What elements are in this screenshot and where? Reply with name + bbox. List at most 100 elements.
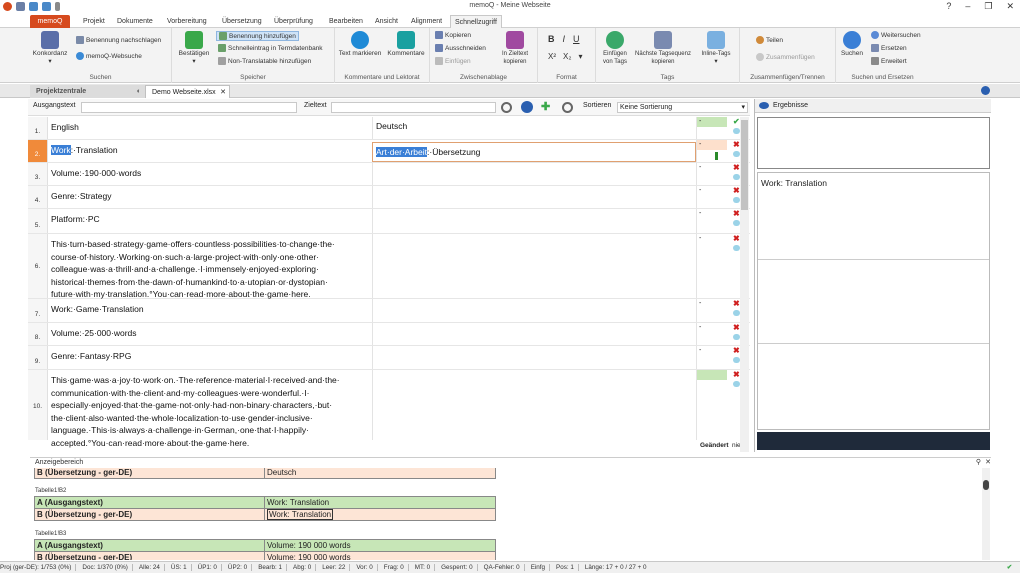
target-cell[interactable]: Deutsch [372,117,696,139]
bestaetigen-button[interactable]: Bestätigen ▾ [176,31,212,66]
source-cell[interactable]: This·turn-based·strategy·game·offers·cou… [51,234,373,301]
ausschneiden-button[interactable]: Ausschneiden [435,44,486,52]
tab-dokumente[interactable]: Dokumente [113,15,157,28]
subscript-icon[interactable]: X₂ [563,52,571,61]
underline-icon[interactable]: U [573,34,580,44]
target-cell[interactable] [372,299,696,322]
comment-bubble-icon[interactable] [733,197,740,203]
minimize-icon[interactable]: – [965,1,970,12]
target-cell[interactable] [372,209,696,233]
comment-bubble-icon[interactable] [733,310,740,316]
pin-icon[interactable]: ◐ [137,85,141,98]
in-zieltext-kopieren-button[interactable]: In Zieltext kopieren [496,31,534,66]
restore-icon[interactable]: ❐ [984,1,992,12]
non-translatable-button[interactable]: Non-Translatable hinzufügen [218,57,311,65]
tab-alignment[interactable]: Alignment [407,15,446,28]
table-row[interactable]: 6. This·turn-based·strategy·game·offers·… [28,234,750,299]
benennung-hinzufuegen-button[interactable]: Benennung hinzufügen [216,31,299,41]
schnelleintrag-button[interactable]: Schnelleintrag in Termdatenbank [218,44,323,52]
filter-settings-gear-icon[interactable] [521,101,533,113]
source-cell[interactable]: Volume:·25·000·words [51,323,373,340]
tab-memoq[interactable]: memoQ [30,15,70,28]
close-tab-icon[interactable]: ✕ [220,86,226,99]
binoculars-icon [41,31,59,49]
source-filter-input[interactable] [81,102,297,113]
zoom-icon[interactable] [562,102,573,113]
einfuegen-tags-button[interactable]: Einfügen von Tags [598,31,632,66]
source-cell[interactable]: Volume:·190·000·words [51,163,373,180]
erweitert-button[interactable]: Erweitert [871,57,907,65]
comment-bubble-icon[interactable] [733,151,740,157]
source-cell[interactable]: English [51,117,373,134]
table-row[interactable]: 5. Platform:·PC - ✖ [28,209,750,234]
source-cell[interactable]: Work:·Game·Translation [51,299,373,316]
suchen-button[interactable]: Suchen [838,31,866,58]
comment-bubble-icon[interactable] [733,174,740,180]
comment-bubble-icon[interactable] [733,357,740,363]
tab-projekt[interactable]: Projekt [79,15,109,28]
table-row-active[interactable]: 2. Work:·Translation Art·der·Arbeit:·Übe… [28,140,750,163]
add-filter-icon[interactable]: ✚ [541,101,550,113]
help-icon[interactable]: ? [946,1,951,12]
filter-search-icon[interactable] [501,102,512,113]
bold-icon[interactable]: B [548,34,555,44]
sort-select[interactable]: Keine Sortierung ▾ [617,102,748,113]
table-row[interactable]: 10. This·game·was·a·joy·to·work·on.·The·… [28,370,750,448]
target-cell[interactable] [372,323,696,345]
tab-uebersetzung[interactable]: Übersetzung [218,15,266,28]
tab-bearbeiten[interactable]: Bearbeiten [325,15,367,28]
target-filter-input[interactable] [331,102,496,113]
naechste-tagsequenz-button[interactable]: Nächste Tagsequenz kopieren [634,31,692,66]
comment-bubble-icon[interactable] [733,334,740,340]
table-row[interactable]: 1. English Deutsch - ✔ [28,117,750,140]
comment-bubble-icon[interactable] [733,245,740,251]
help-globe-icon[interactable] [981,86,990,95]
pin-icon[interactable]: ⚲ [976,458,981,466]
kommentare-button[interactable]: Kommentare [385,31,427,58]
source-cell[interactable]: This·game·was·a·joy·to·work·on.·The·refe… [51,370,373,449]
einfuegen-button[interactable]: Einfügen [435,57,471,65]
benennung-nachschlagen-button[interactable]: Benennung nachschlagen [76,36,161,44]
close-view-icon[interactable]: ✕ [985,458,991,466]
table-row[interactable]: 8. Volume:·25·000·words - ✖ [28,323,750,346]
websuche-button[interactable]: memoQ-Websuche [76,52,142,60]
source-cell[interactable]: Genre:·Fantasy·RPG [51,346,373,363]
tab-schnellzugriff[interactable]: Schnellzugriff [450,15,502,28]
table-row[interactable]: 4. Genre:·Strategy - ✖ [28,186,750,209]
source-cell[interactable]: Platform:·PC [51,209,373,226]
results-list[interactable] [757,117,990,169]
format-more-icon[interactable]: ▾ [578,52,582,61]
tab-ueberpruefung[interactable]: Überprüfung [270,15,317,28]
comment-bubble-icon[interactable] [733,381,740,387]
view-scrollbar[interactable] [982,468,990,560]
ersetzen-button[interactable]: Ersetzen [871,44,907,52]
superscript-icon[interactable]: X² [548,52,556,61]
kopieren-button[interactable]: Kopieren [435,31,471,39]
italic-icon[interactable]: I [563,34,566,44]
close-icon[interactable]: ✕ [1006,1,1014,12]
target-cell[interactable] [372,163,696,185]
tab-vorbereitung[interactable]: Vorbereitung [163,15,211,28]
source-cell[interactable]: Work:·Translation [51,140,373,157]
target-cell[interactable] [372,370,696,440]
tab-projektzentrale[interactable]: Projektzentrale ◐ [30,85,145,98]
zusammenfuegen-button[interactable]: Zusammenfügen [756,53,815,61]
table-row[interactable]: 7. Work:·Game·Translation - ✖ [28,299,750,323]
table-row[interactable]: 9. Genre:·Fantasy·RPG - ✖ [28,346,750,370]
text-markieren-button[interactable]: Text markieren [337,31,383,58]
comment-bubble-icon[interactable] [733,128,740,134]
source-cell[interactable]: Genre:·Strategy [51,186,373,203]
tab-ansicht[interactable]: Ansicht [371,15,402,28]
grid-scrollbar[interactable] [740,117,749,452]
table-row[interactable]: 3. Volume:·190·000·words - ✖ [28,163,750,186]
comment-bubble-icon[interactable] [733,220,740,226]
target-cell[interactable] [372,346,696,369]
teilen-button[interactable]: Teilen [756,36,783,44]
target-cell[interactable] [372,234,696,298]
target-cell-editing[interactable]: Art·der·Arbeit:·Übersetzung [372,142,696,162]
inline-tags-button[interactable]: Inline-Tags ▾ [696,31,736,66]
tab-demo-webseite[interactable]: Demo Webseite.xlsx ✕ [145,85,230,98]
target-cell[interactable] [372,186,696,208]
weitersuchen-button[interactable]: Weitersuchen [871,31,921,39]
konkordanz-button[interactable]: Konkordanz ▾ [32,31,68,66]
